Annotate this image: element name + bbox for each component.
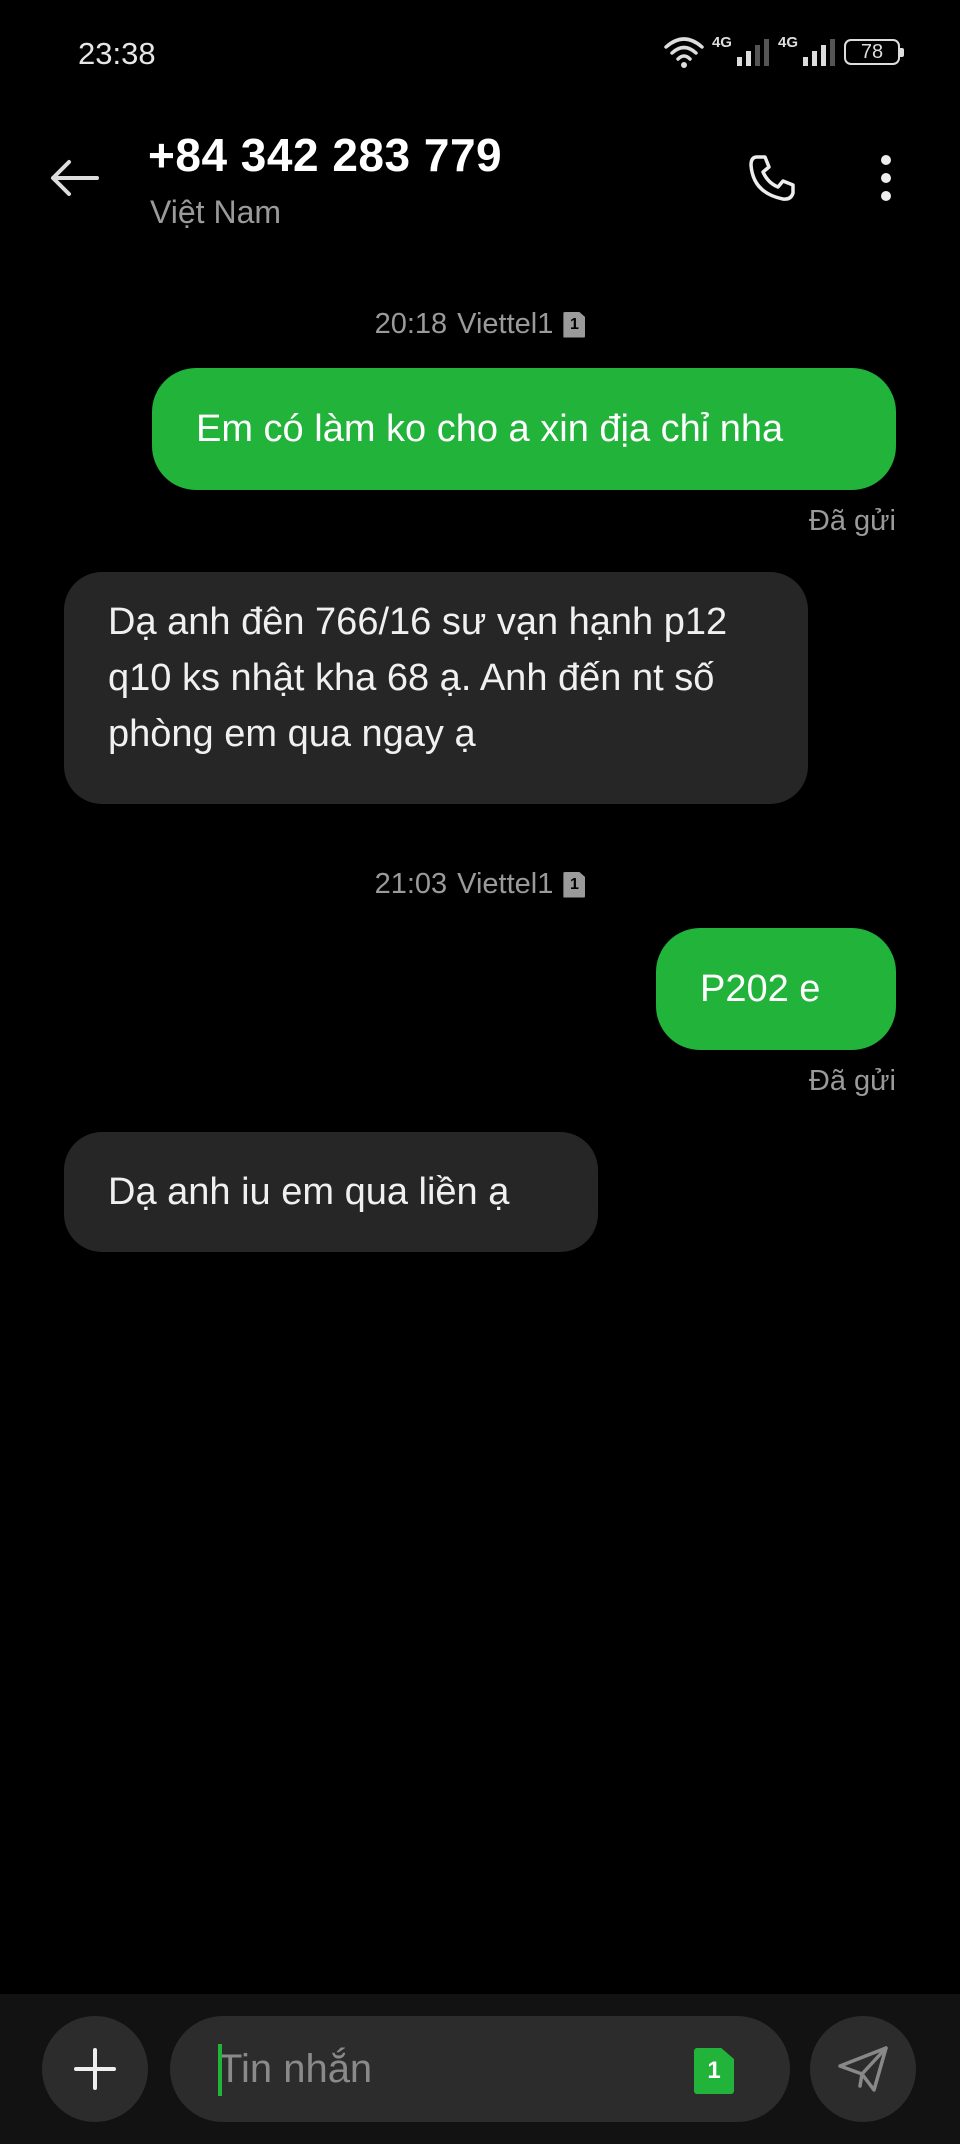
message-text: Dạ anh iu em qua liền ạ [108,1171,510,1213]
battery-level: 78 [860,40,884,63]
sim-card-icon: 1 [563,871,586,898]
battery-icon: 78 [844,39,904,65]
text-caret [218,2044,222,2096]
timestamp-time: 20:18 [374,308,448,340]
incoming-message[interactable]: Dạ anh đên 766/16 sư vạn hạnh p12 q10 ks… [64,572,808,804]
network-type-1: 4G [711,33,732,51]
add-attachment-button[interactable] [42,2016,148,2122]
sim-select-icon[interactable]: 1 [694,2048,734,2094]
arrow-left-icon [51,160,99,196]
wifi-icon [664,37,704,68]
back-button[interactable] [44,150,104,206]
more-vert-icon [881,155,891,201]
message-text: P202 e [700,968,821,1010]
call-button[interactable] [744,150,800,206]
network-type-2: 4G [777,33,798,51]
message-field[interactable]: 1 [170,2016,790,2122]
status-time: 23:38 [78,36,156,71]
message-status: Đã gửi [808,505,896,537]
sim-card-icon: 1 [563,311,586,338]
timestamp-sim: Viettel1 [457,868,554,900]
timestamp-sim: Viettel1 [457,308,554,340]
incoming-message[interactable]: Dạ anh iu em qua liền ạ [64,1132,598,1252]
timestamp-time: 21:03 [374,868,448,900]
send-icon [838,2046,888,2092]
signal-1-icon [736,39,769,66]
plus-icon [74,2048,116,2090]
message-status: Đã gửi [808,1065,896,1097]
phone-icon [749,155,795,201]
more-button[interactable] [868,150,904,206]
signal-2-icon [803,39,835,66]
outgoing-message[interactable]: P202 e [656,928,896,1050]
send-button[interactable] [810,2016,916,2122]
message-timestamp: 21:03 Viettel1 1 [0,868,960,901]
contact-subtitle: Việt Nam [150,194,282,230]
message-text: Em có làm ko cho a xin địa chỉ nha [196,408,784,450]
contact-title: +84 342 283 779 [148,129,503,181]
message-text: Dạ anh đên 766/16 sư vạn hạnh p12 q10 ks… [108,601,728,755]
message-input[interactable] [218,2039,658,2099]
message-timestamp: 20:18 Viettel1 1 [0,308,960,341]
outgoing-message[interactable]: Em có làm ko cho a xin địa chỉ nha [152,368,896,490]
status-icons: 4G 4G 78 [664,32,904,72]
